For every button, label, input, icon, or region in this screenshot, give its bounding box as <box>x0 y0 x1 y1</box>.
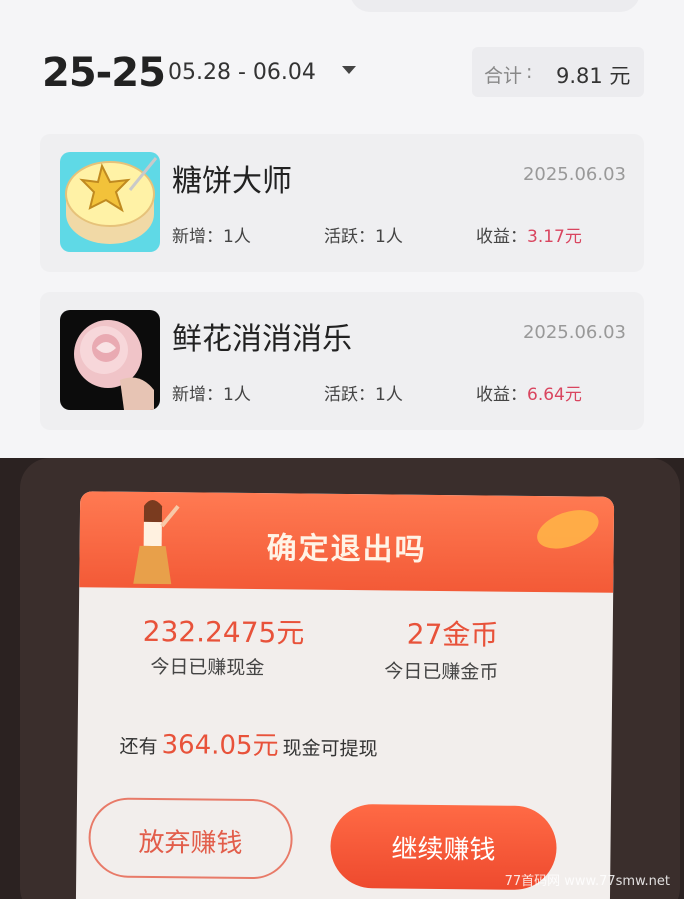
active-users: 活跃：1人 <box>324 227 403 247</box>
app-name: 鲜花消消消乐 <box>172 322 352 357</box>
new-users: 新增：1人 <box>172 385 251 405</box>
earnings-value: 3.17元 <box>527 227 582 247</box>
cash-earned-value: 232.2475元 <box>142 614 305 650</box>
app-date: 2025.06.03 <box>522 164 626 185</box>
dialog-header: 确定退出吗 <box>79 491 615 593</box>
total-value: 9.81 元 <box>556 64 631 88</box>
chevron-down-icon[interactable] <box>342 66 356 74</box>
active-users: 活跃：1人 <box>324 385 403 405</box>
rose-flower-icon <box>60 310 160 410</box>
dialog-title: 确定退出吗 <box>266 531 427 568</box>
give-up-button[interactable]: 放弃赚钱 <box>88 797 293 880</box>
withdrawable-info: 还有 364.05元 现金可提现 <box>119 724 377 764</box>
date-range-selector[interactable]: 05.28 - 06.04 <box>168 60 316 85</box>
earnings: 收益：3.17元 <box>476 222 582 247</box>
continue-label: 继续赚钱 <box>391 834 496 866</box>
coins-earned-value: 27金币 <box>406 617 499 652</box>
exit-confirm-dialog: 确定退出吗 232.2475元 今日已赚现金 27金币 今日已赚金币 还有 364… <box>75 491 615 899</box>
new-users: 新增：1人 <box>172 227 251 247</box>
app-card[interactable]: 鲜花消消消乐 2025.06.03 新增：1人 活跃：1人 收益：6.64元 <box>40 292 644 430</box>
year-range: 25-25 <box>42 50 166 96</box>
withdrawable-amount: 364.05元 <box>161 730 279 762</box>
app-name: 糖饼大师 <box>172 164 292 199</box>
top-pill[interactable] <box>350 0 640 12</box>
earnings-panel: 25-25 05.28 - 06.04 合计 : 9.81 元 糖饼大师 202… <box>0 0 684 458</box>
earnings: 收益：6.64元 <box>476 380 582 405</box>
withdraw-suffix: 现金可提现 <box>282 737 378 761</box>
sugar-cake-star-icon <box>60 152 160 252</box>
watermark: 77首码网 www.77smw.net <box>504 874 670 889</box>
total-separator: : <box>526 61 533 83</box>
cash-earned-label: 今日已赚现金 <box>150 655 265 680</box>
total-summary: 合计 : 9.81 元 <box>472 47 644 97</box>
withdraw-prefix: 还有 <box>119 735 158 759</box>
total-label: 合计 <box>484 65 523 87</box>
app-date: 2025.06.03 <box>522 322 626 343</box>
app-card[interactable]: 糖饼大师 2025.06.03 新增：1人 活跃：1人 收益：3.17元 <box>40 134 644 272</box>
earnings-value: 6.64元 <box>527 385 582 405</box>
coins-earned-label: 今日已赚金币 <box>384 660 499 684</box>
earnings-label: 收益： <box>476 227 527 247</box>
give-up-label: 放弃赚钱 <box>138 827 243 859</box>
earnings-label: 收益： <box>476 385 527 405</box>
exit-dialog-photo: 确定退出吗 232.2475元 今日已赚现金 27金币 今日已赚金币 还有 364… <box>0 458 684 899</box>
